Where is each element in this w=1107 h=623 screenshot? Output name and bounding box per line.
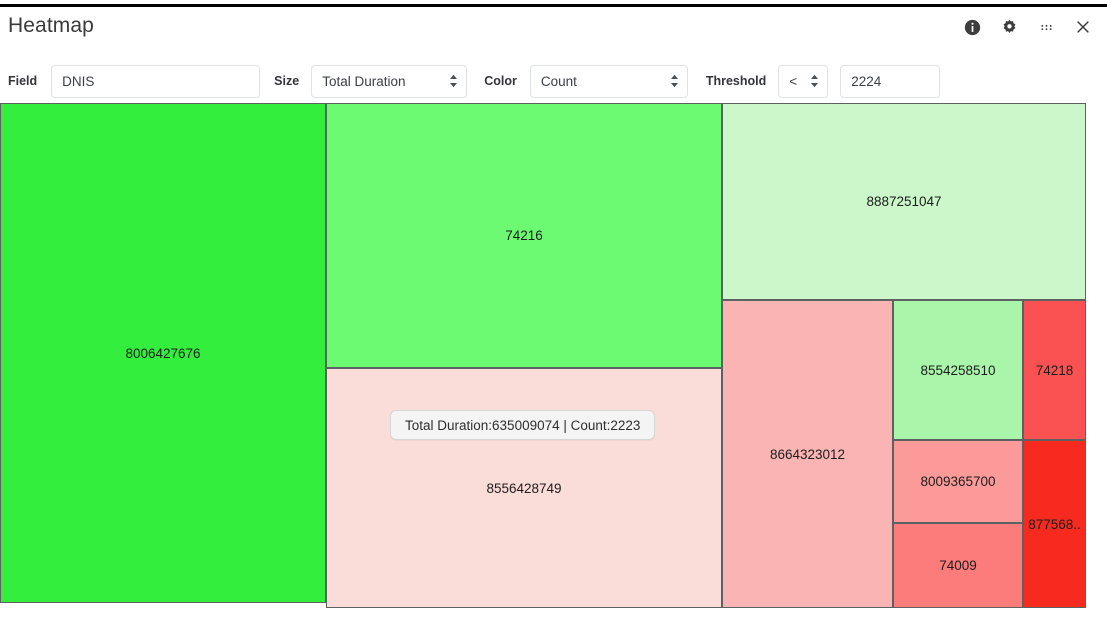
treemap-tile[interactable]: 74218 <box>1023 300 1086 440</box>
treemap-tile-label: 8664323012 <box>770 447 845 462</box>
treemap-chart: 8006427676 74216 8556428749 8887251047 86643… <box>0 103 1086 623</box>
treemap-tile[interactable]: 8887251047 <box>722 103 1086 300</box>
color-select-wrapper[interactable]: Count <box>530 65 688 98</box>
treemap-tile[interactable]: 877568.. <box>1023 440 1086 608</box>
header-icon-group <box>962 17 1093 37</box>
treemap-tile[interactable]: 8554258510 <box>893 300 1023 440</box>
threshold-operator-wrapper[interactable]: < <box>778 65 828 98</box>
treemap-tile-label: 8006427676 <box>125 346 200 361</box>
color-select[interactable]: Count <box>530 65 688 98</box>
field-input[interactable] <box>51 65 260 98</box>
size-label: Size <box>274 74 299 88</box>
treemap-tile-label: 74009 <box>939 558 977 573</box>
treemap-tile-label: 8556428749 <box>486 481 561 496</box>
close-icon[interactable] <box>1073 17 1093 37</box>
size-select[interactable]: Total Duration <box>311 65 467 98</box>
treemap-tile-label: 74216 <box>505 228 543 243</box>
threshold-label: Threshold <box>706 74 766 88</box>
treemap-tile[interactable]: 8006427676 <box>0 103 326 603</box>
treemap-tile[interactable]: 8009365700 <box>893 440 1023 523</box>
panel-header: Heatmap <box>0 7 1107 53</box>
info-icon[interactable] <box>962 17 982 37</box>
threshold-value-input[interactable] <box>840 65 940 98</box>
size-select-wrapper[interactable]: Total Duration <box>311 65 467 98</box>
page-title: Heatmap <box>8 14 94 38</box>
treemap-tile-label: 8009365700 <box>920 474 995 489</box>
treemap-tile-label: 8554258510 <box>920 363 995 378</box>
threshold-operator-select[interactable]: < <box>778 65 828 98</box>
treemap-tile-label: 74218 <box>1036 363 1074 378</box>
treemap-tile[interactable]: 74216 <box>326 103 722 368</box>
field-label: Field <box>8 74 37 88</box>
treemap-tile[interactable]: 74009 <box>893 523 1023 608</box>
treemap-tile-label: 877568.. <box>1028 517 1081 532</box>
controls-bar: Field Size Total Duration Color Count Th… <box>0 60 1107 102</box>
treemap-tile[interactable]: 8556428749 <box>326 368 722 608</box>
gear-icon[interactable] <box>999 17 1019 37</box>
treemap-tile[interactable]: 8664323012 <box>722 300 893 608</box>
drag-handle-icon[interactable] <box>1036 17 1056 37</box>
color-label: Color <box>484 74 517 88</box>
treemap-tooltip: Total Duration:635009074 | Count:2223 <box>390 410 655 440</box>
treemap-tile-label: 8887251047 <box>866 194 941 209</box>
